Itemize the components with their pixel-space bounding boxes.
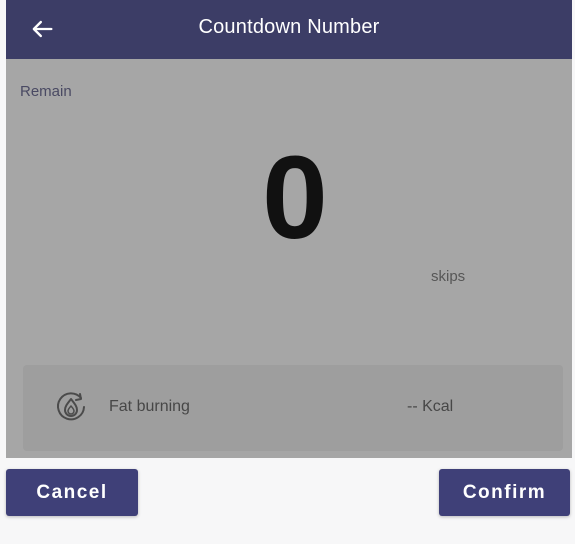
app-title: Countdown Number (198, 16, 380, 38)
countdown-value: 0 (262, 132, 328, 264)
countdown-panel: Remain 0 skips Fat burning -- Kcal (6, 59, 572, 458)
confirm-button[interactable]: Confirm (439, 469, 570, 516)
unit-label: skips (431, 268, 466, 285)
fat-burning-card: Fat burning -- Kcal (23, 365, 563, 451)
countdown-screen: Countdown Number Remain 0 skips Fat burn… (0, 0, 575, 544)
fat-burning-label: Fat burning (109, 398, 190, 415)
remain-label: Remain (20, 83, 72, 100)
app-bar: Countdown Number (6, 0, 572, 59)
fat-burning-value: -- Kcal (407, 398, 454, 415)
cancel-button[interactable]: Cancel (6, 469, 138, 516)
fat-burning-icon (57, 392, 85, 421)
